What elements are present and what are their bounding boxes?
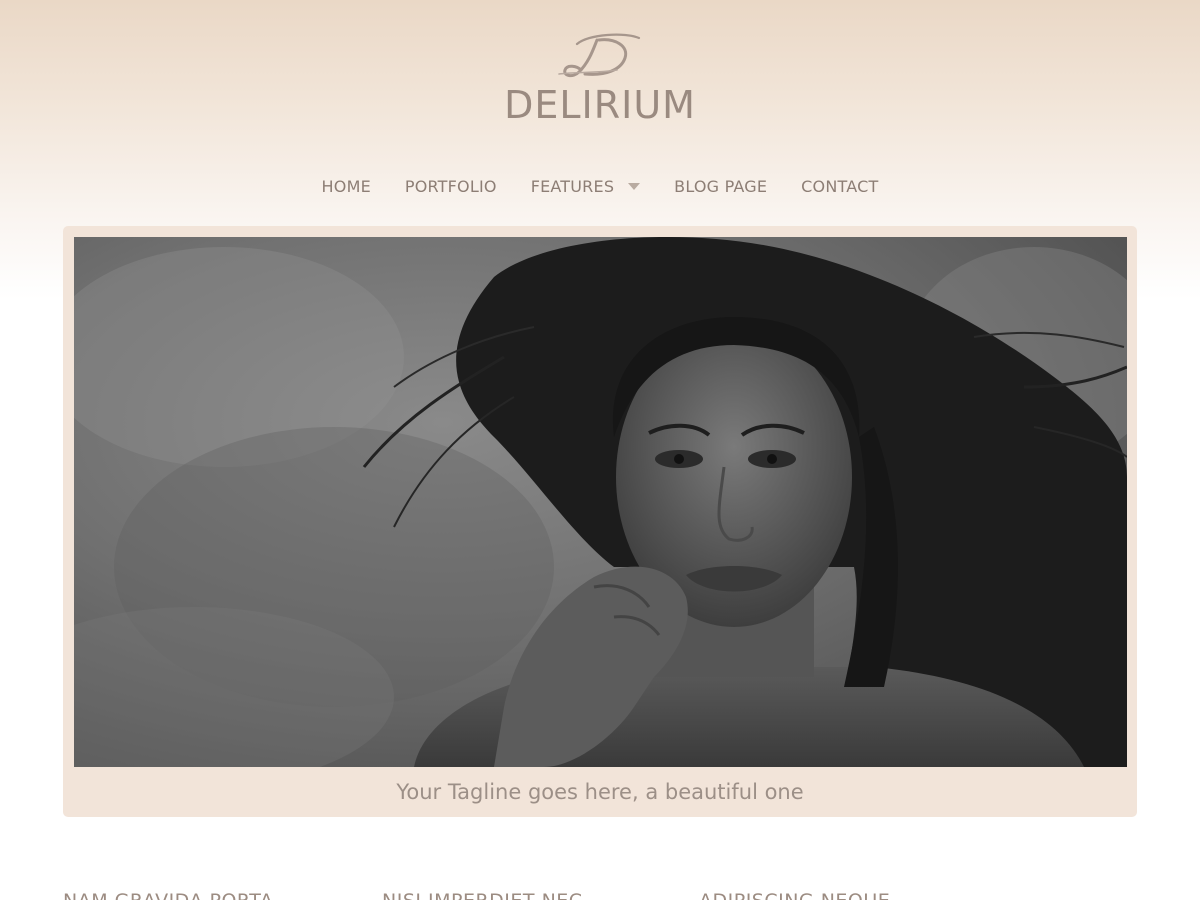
nav-item-portfolio[interactable]: PORTFOLIO <box>388 177 514 196</box>
feature-columns: NAM GRAVIDA PORTA NISI IMPERDIET NEC ADI… <box>63 884 1137 900</box>
nav-item-home[interactable]: HOME <box>305 177 388 196</box>
nav-item-label: BLOG PAGE <box>674 176 768 196</box>
logo-icon[interactable] <box>555 26 645 82</box>
column-heading: NAM GRAVIDA PORTA <box>63 890 273 900</box>
nav-item-label: FEATURES <box>530 176 615 196</box>
nav-item-label: CONTACT <box>801 176 879 196</box>
main-nav: HOME PORTFOLIO FEATURES BLOG PAGE CONTAC… <box>0 172 1200 200</box>
hero-image[interactable] <box>74 237 1127 767</box>
nav-item-label: PORTFOLIO <box>404 176 497 196</box>
column-heading: ADIPISCING NEQUE <box>699 890 890 900</box>
hero-tagline: Your Tagline goes here, a beautiful one <box>396 780 804 804</box>
nav-item-label: HOME <box>321 176 371 196</box>
nav-item-blog-page[interactable]: BLOG PAGE <box>657 177 784 196</box>
site-title[interactable]: DELIRIUM <box>0 82 1200 128</box>
nav-item-contact[interactable]: CONTACT <box>784 177 895 196</box>
hero-slider: Your Tagline goes here, a beautiful one <box>63 226 1137 817</box>
site-header: DELIRIUM HOME PORTFOLIO FEATURES BLOG PA… <box>0 0 1200 210</box>
column-heading: NISI IMPERDIET NEC <box>382 890 583 900</box>
nav-item-features[interactable]: FEATURES <box>514 177 657 196</box>
chevron-down-icon <box>628 183 641 190</box>
